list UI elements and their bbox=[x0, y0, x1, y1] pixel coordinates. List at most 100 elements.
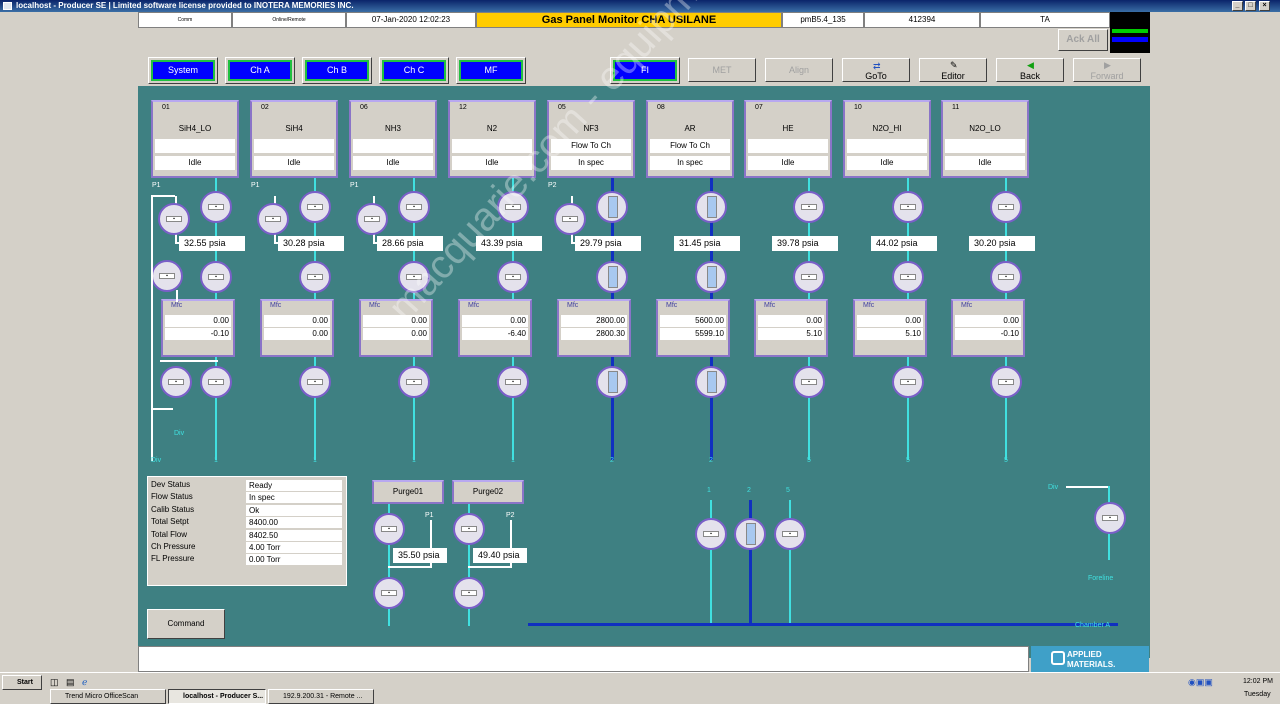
purge01-valve-bottom[interactable]: ▪ bbox=[373, 577, 405, 609]
pressure-valve[interactable]: ▪ bbox=[554, 203, 586, 235]
source-state: Idle bbox=[748, 156, 828, 170]
met-button[interactable]: MET bbox=[688, 58, 756, 82]
div-valve[interactable]: ▪ bbox=[160, 366, 192, 398]
status-row: Ch Pressure 4.00 Torr bbox=[148, 542, 344, 554]
source-2[interactable]: 06 NH3 Idle bbox=[349, 100, 437, 178]
forward-button[interactable]: ▶ Forward bbox=[1073, 58, 1141, 82]
post-mfc-valve[interactable]: ▪ bbox=[299, 366, 331, 398]
post-mfc-valve[interactable]: ▪ bbox=[793, 366, 825, 398]
pre-mfc-valve[interactable]: ▪ bbox=[793, 261, 825, 293]
source-8[interactable]: 11 N2O_LO Idle bbox=[941, 100, 1029, 178]
pre-mfc-valve[interactable] bbox=[596, 261, 628, 293]
minimize-button[interactable]: _ bbox=[1232, 1, 1243, 11]
task-remote[interactable]: 192.9.200.31 - Remote ... bbox=[268, 689, 374, 704]
upstream-valve[interactable]: ▪ bbox=[299, 191, 331, 223]
nav-ch-c[interactable]: Ch C bbox=[382, 60, 446, 81]
post-mfc-valve[interactable]: ▪ bbox=[892, 366, 924, 398]
manifold-valve-1[interactable]: ▪ bbox=[695, 518, 727, 550]
pre-mfc-valve[interactable]: ▪ bbox=[497, 261, 529, 293]
folder-icon[interactable]: ▤ bbox=[66, 677, 75, 688]
tray-icons[interactable]: ◉▣▣ bbox=[1188, 677, 1213, 688]
post-mfc-valve[interactable] bbox=[695, 366, 727, 398]
mfc-box[interactable]: Mfc 0.00 -0.10 bbox=[951, 299, 1025, 357]
mfc-box[interactable]: Mfc 0.00 0.00 bbox=[260, 299, 334, 357]
upstream-valve[interactable]: ▪ bbox=[398, 191, 430, 223]
source-number: 12 bbox=[459, 104, 467, 111]
nav-system[interactable]: System bbox=[151, 60, 215, 81]
pre-mfc-valve[interactable]: ▪ bbox=[299, 261, 331, 293]
mfc-label: Mfc bbox=[666, 302, 678, 309]
mfc-label: Mfc bbox=[567, 302, 579, 309]
pressure-valve[interactable]: ▪ bbox=[356, 203, 388, 235]
align-button[interactable]: Align bbox=[765, 58, 833, 82]
upstream-valve[interactable]: ▪ bbox=[497, 191, 529, 223]
source-4[interactable]: 05 NF3 Flow To Ch In spec bbox=[547, 100, 635, 178]
purge02-box[interactable]: Purge02 bbox=[452, 480, 524, 504]
status-value: 4.00 Torr bbox=[246, 542, 342, 553]
mfc-box[interactable]: Mfc 0.00 5.10 bbox=[853, 299, 927, 357]
source-3[interactable]: 12 N2 Idle bbox=[448, 100, 536, 178]
maximize-button[interactable]: □ bbox=[1245, 1, 1256, 11]
pre-mfc-valve[interactable]: ▪ bbox=[892, 261, 924, 293]
mfc-box[interactable]: Mfc 2800.00 2800.30 bbox=[557, 299, 631, 357]
foreline-div-label: Div bbox=[1048, 484, 1059, 491]
post-mfc-valve[interactable]: ▪ bbox=[200, 366, 232, 398]
taskbar: Start ◫ ▤ ℯ Trend Micro OfficeScan local… bbox=[0, 672, 1280, 704]
post-mfc-valve[interactable]: ▪ bbox=[990, 366, 1022, 398]
nav-ch-a[interactable]: Ch A bbox=[228, 60, 292, 81]
source-number: 01 bbox=[162, 104, 170, 111]
upstream-valve[interactable]: ▪ bbox=[793, 191, 825, 223]
source-6[interactable]: 07 HE Idle bbox=[744, 100, 832, 178]
command-button[interactable]: Command bbox=[147, 609, 225, 639]
source-5[interactable]: 08 AR Flow To Ch In spec bbox=[646, 100, 734, 178]
window-titlebar: localhost - Producer SE | Limited softwa… bbox=[0, 0, 1280, 12]
goto-button[interactable]: ⇄ GoTo bbox=[842, 58, 910, 82]
upstream-valve[interactable]: ▪ bbox=[892, 191, 924, 223]
pre-mfc-valve[interactable]: ▪ bbox=[398, 261, 430, 293]
nav-ch-b[interactable]: Ch B bbox=[305, 60, 369, 81]
upstream-valve[interactable] bbox=[695, 191, 727, 223]
purge02-valve-top[interactable]: ▪ bbox=[453, 513, 485, 545]
status-value: Ready bbox=[246, 480, 342, 491]
task-officescan[interactable]: Trend Micro OfficeScan bbox=[50, 689, 166, 704]
source-1[interactable]: 02 SiH4 Idle bbox=[250, 100, 338, 178]
purge01-box[interactable]: Purge01 bbox=[372, 480, 444, 504]
foreline-valve[interactable]: ▪ bbox=[1094, 502, 1126, 534]
post-mfc-valve[interactable]: ▪ bbox=[497, 366, 529, 398]
purge02-valve-bottom[interactable]: ▪ bbox=[453, 577, 485, 609]
purge01-valve-top[interactable]: ▪ bbox=[373, 513, 405, 545]
pre-mfc-valve[interactable]: ▪ bbox=[200, 261, 232, 293]
mfc-box[interactable]: Mfc 0.00 5.10 bbox=[754, 299, 828, 357]
post-mfc-valve[interactable]: ▪ bbox=[398, 366, 430, 398]
back-button[interactable]: ◀ Back bbox=[996, 58, 1064, 82]
manifold-valve-2[interactable] bbox=[734, 518, 766, 550]
mfc-setpoint: 2800.00 bbox=[561, 315, 627, 327]
upstream-valve[interactable]: ▪ bbox=[990, 191, 1022, 223]
post-mfc-valve[interactable] bbox=[596, 366, 628, 398]
pre-mfc-valve[interactable] bbox=[695, 261, 727, 293]
mfc-box[interactable]: Mfc 0.00 -6.40 bbox=[458, 299, 532, 357]
browser-icon[interactable]: ℯ bbox=[82, 677, 87, 688]
pressure-valve[interactable]: ▪ bbox=[158, 203, 190, 235]
manifold-valve-5[interactable]: ▪ bbox=[774, 518, 806, 550]
manifold-label-1: 1 bbox=[707, 487, 711, 494]
upstream-valve[interactable] bbox=[596, 191, 628, 223]
source-0[interactable]: 01 SiH4_LO Idle bbox=[151, 100, 239, 178]
close-button[interactable]: × bbox=[1259, 1, 1270, 11]
pressure-valve[interactable]: ▪ bbox=[257, 203, 289, 235]
mfc-box[interactable]: Mfc 0.00 -0.10 bbox=[161, 299, 235, 357]
ack-all-button[interactable]: Ack All bbox=[1058, 29, 1108, 51]
source-7[interactable]: 10 N2O_HI Idle bbox=[843, 100, 931, 178]
pre-mfc-valve[interactable]: ▪ bbox=[990, 261, 1022, 293]
applied-materials-icon bbox=[1051, 651, 1065, 665]
quicklaunch-icon[interactable]: ◫ bbox=[50, 677, 59, 688]
nav-fi[interactable]: FI bbox=[613, 60, 677, 81]
nav-mf[interactable]: MF bbox=[459, 60, 523, 81]
upstream-valve[interactable]: ▪ bbox=[200, 191, 232, 223]
editor-button[interactable]: ✎ Editor bbox=[919, 58, 987, 82]
mfc-box[interactable]: Mfc 0.00 0.00 bbox=[359, 299, 433, 357]
task-producer[interactable]: localhost - Producer S... bbox=[168, 689, 266, 704]
mfc-box[interactable]: Mfc 5600.00 5599.10 bbox=[656, 299, 730, 357]
div-valve[interactable]: ▪ bbox=[151, 260, 183, 292]
start-button[interactable]: Start bbox=[2, 675, 42, 690]
